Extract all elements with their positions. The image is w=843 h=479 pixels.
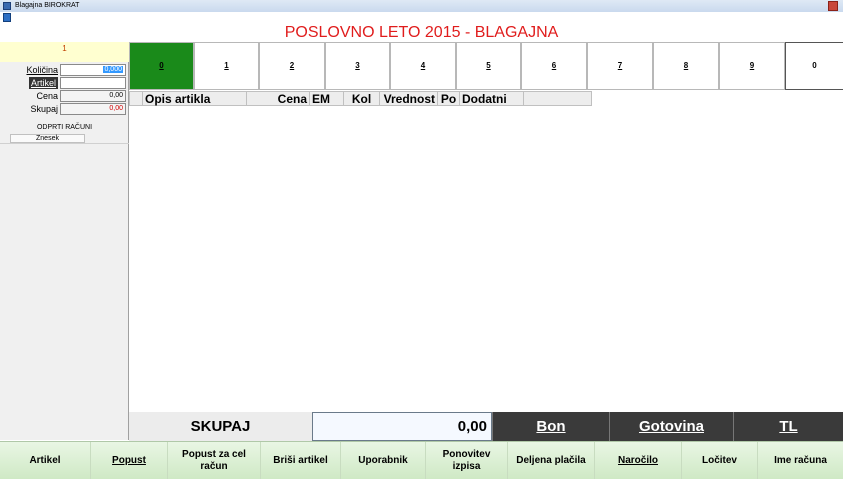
brisi-artikel-button[interactable]: Briši artikel	[261, 442, 341, 479]
tab-2[interactable]: 2	[259, 42, 325, 90]
popust-button[interactable]: Popust	[91, 442, 168, 479]
col-header-opis[interactable]: Opis artikla	[143, 91, 247, 106]
left-panel: 1 Količina 0,000 Artikel Cena 0,00 Skupa…	[0, 42, 129, 440]
kolicina-row: Količina 0,000	[0, 64, 129, 76]
tab-0-clear[interactable]: 0	[785, 42, 843, 90]
popust-cel-racun-button[interactable]: Popust za cel račun	[168, 442, 261, 479]
narocilo-button[interactable]: Naročilo	[595, 442, 682, 479]
title-bar: Blagajna BIROKRAT	[0, 0, 843, 12]
gotovina-label: Gotovina	[638, 418, 704, 435]
bottom-toolbar: Artikel Popust Popust za cel račun Briši…	[0, 441, 843, 479]
deljena-placila-button[interactable]: Deljena plačila	[508, 442, 595, 479]
total-value: 0,00	[312, 412, 492, 441]
gotovina-button[interactable]: Gotovina	[609, 412, 733, 441]
tab-4[interactable]: 4	[390, 42, 456, 90]
tl-label: TL	[779, 418, 798, 435]
bon-button[interactable]: Bon	[492, 412, 609, 441]
items-grid[interactable]	[129, 106, 843, 412]
artikel-label: Artikel	[28, 77, 58, 89]
ime-racuna-button[interactable]: Ime računa	[758, 442, 843, 479]
tab-3[interactable]: 3	[325, 42, 390, 90]
col-header-em[interactable]: EM	[310, 91, 344, 106]
items-grid-header: Opis artikla Cena EM Kol Vrednost Po Dod…	[129, 91, 592, 106]
skupaj-field[interactable]: 0,00	[60, 103, 126, 115]
tab-6[interactable]: 6	[521, 42, 587, 90]
ponovitev-izpisa-button[interactable]: Ponovitev izpisa	[426, 442, 508, 479]
app-icon	[3, 2, 11, 10]
col-header-dodatni[interactable]: Dodatni	[460, 91, 524, 106]
register-tabs: 0 1 2 3 4 5 6 7 8 9 0	[129, 42, 843, 90]
col-header-vrednost[interactable]: Vrednost	[380, 91, 438, 106]
cena-label: Cena	[36, 91, 58, 101]
cena-field[interactable]: 0,00	[60, 90, 126, 102]
totals-bar: SKUPAJ 0,00 Bon Gotovina TL	[129, 412, 843, 441]
uporabnik-button[interactable]: Uporabnik	[341, 442, 426, 479]
kolicina-field[interactable]: 0,000	[60, 64, 126, 76]
close-icon[interactable]	[828, 1, 838, 11]
tab-9[interactable]: 9	[719, 42, 785, 90]
col-header-selector[interactable]	[129, 91, 143, 106]
skupaj-label: Skupaj	[30, 104, 58, 114]
cena-row: Cena 0,00	[0, 90, 129, 102]
skupaj-row: Skupaj 0,00	[0, 103, 129, 115]
tab-0[interactable]: 0	[129, 42, 194, 90]
tab-8[interactable]: 8	[653, 42, 719, 90]
locitev-button[interactable]: Ločitev	[682, 442, 758, 479]
system-menu-icon[interactable]	[3, 13, 11, 22]
artikel-field[interactable]	[60, 77, 126, 89]
page-title: POSLOVNO LETO 2015 - BLAGAJNA	[284, 24, 559, 41]
col-header-po[interactable]: Po	[438, 91, 460, 106]
tab-7[interactable]: 7	[587, 42, 653, 90]
artikel-button[interactable]: Artikel	[0, 442, 91, 479]
divider	[0, 143, 129, 144]
col-header-extra[interactable]	[524, 91, 592, 106]
kolicina-label: Količina	[26, 65, 58, 75]
register-indicator: 1	[0, 42, 129, 62]
total-label: SKUPAJ	[129, 412, 312, 441]
window-title: Blagajna BIROKRAT	[15, 2, 80, 9]
bon-label: Bon	[536, 418, 566, 435]
znesek-column-header[interactable]: Znesek	[10, 134, 85, 143]
col-header-kol[interactable]: Kol	[344, 91, 380, 106]
tab-1[interactable]: 1	[194, 42, 259, 90]
col-header-cena[interactable]: Cena	[247, 91, 310, 106]
open-bills-title: ODPRTI RAČUNI	[36, 124, 93, 131]
tab-5[interactable]: 5	[456, 42, 521, 90]
tl-button[interactable]: TL	[733, 412, 843, 441]
artikel-row: Artikel	[0, 77, 129, 89]
